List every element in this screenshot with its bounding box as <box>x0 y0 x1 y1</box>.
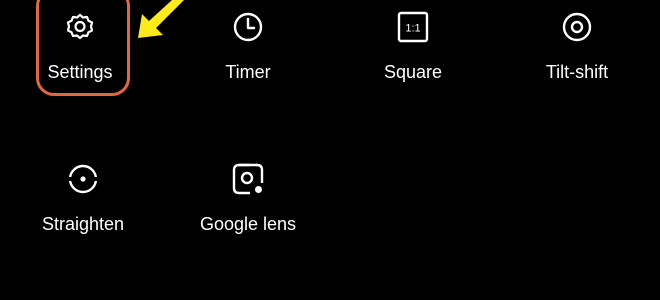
timer-label: Timer <box>225 62 271 82</box>
google-lens-button[interactable]: Google lens <box>183 149 313 249</box>
aspect-square-icon: 1:1 <box>395 9 431 45</box>
tilt-shift-button[interactable]: Tilt-shift <box>512 0 642 97</box>
square-icon-text: 1:1 <box>405 23 420 35</box>
timer-button[interactable]: Timer <box>183 0 313 97</box>
google-lens-icon <box>230 161 266 197</box>
settings-label: Settings <box>47 62 113 82</box>
straighten-label: Straighten <box>41 214 125 234</box>
square-button[interactable]: 1:1 Square <box>348 0 478 97</box>
straighten-icon <box>65 161 101 197</box>
straighten-button[interactable]: Straighten <box>18 149 148 249</box>
gear-icon <box>62 9 98 45</box>
tilt-shift-label: Tilt-shift <box>545 62 609 82</box>
settings-button[interactable]: Settings <box>15 0 145 97</box>
square-label: Square <box>383 62 443 82</box>
tilt-shift-icon <box>559 9 595 45</box>
google-lens-label: Google lens <box>199 214 297 234</box>
clock-icon <box>230 9 266 45</box>
